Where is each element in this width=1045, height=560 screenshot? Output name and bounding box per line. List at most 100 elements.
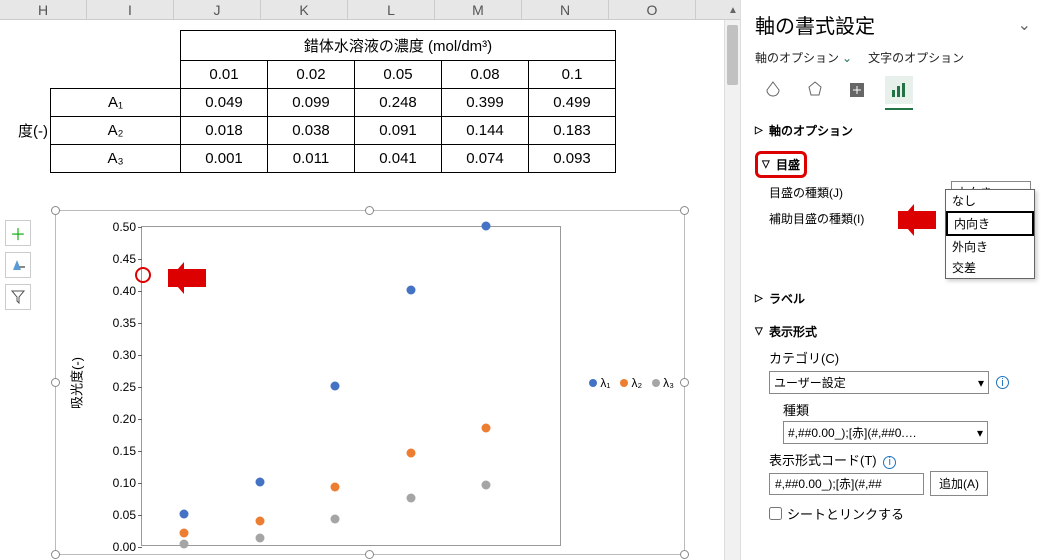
scatter-point[interactable] bbox=[406, 448, 415, 457]
table-cell: 0.018 bbox=[181, 117, 268, 145]
annotation-red-arrow-2 bbox=[898, 211, 936, 229]
table-cell: 0.499 bbox=[529, 89, 616, 117]
info-icon[interactable]: i bbox=[996, 376, 1009, 389]
annotation-red-arrow bbox=[168, 269, 206, 287]
column-headers: HIJKLMNO bbox=[0, 0, 740, 20]
legend-item[interactable]: λ₁ bbox=[589, 376, 610, 390]
table-cell: 0.041 bbox=[355, 145, 442, 173]
chart-y-axis-title[interactable]: 吸光度(-) bbox=[67, 357, 86, 409]
row-outer-label: 度(-) bbox=[10, 89, 51, 173]
table-col-header: 0.1 bbox=[529, 61, 616, 89]
panel-title: 軸の書式設定 bbox=[755, 10, 875, 39]
chart-add-element-button[interactable]: ＋ bbox=[5, 220, 31, 246]
link-to-sheet-label: シートとリンクする bbox=[787, 504, 904, 523]
minor-tick-type-label: 補助目盛の種類(I) bbox=[769, 210, 864, 227]
table-col-header: 0.05 bbox=[355, 61, 442, 89]
legend-item[interactable]: λ₃ bbox=[652, 376, 674, 390]
column-header[interactable]: L bbox=[348, 0, 435, 19]
scatter-point[interactable] bbox=[331, 382, 340, 391]
scatter-point[interactable] bbox=[331, 482, 340, 491]
format-code-input[interactable] bbox=[769, 473, 924, 495]
type-dropdown[interactable]: #,##0.00_);[赤](#,##0.…▾ bbox=[783, 421, 988, 444]
section-number-format[interactable]: ▽表示形式 bbox=[755, 319, 1031, 344]
axis-options-tab[interactable]: 軸のオプション ⌄ bbox=[755, 49, 852, 66]
column-header[interactable]: H bbox=[0, 0, 87, 19]
chart-object[interactable]: 吸光度(-) 0.00 0.05 0.10 0.15 0.20 0.25 0.30 0.35 0… bbox=[55, 210, 685, 555]
section-axis-options[interactable]: ▷軸のオプション bbox=[755, 118, 1031, 143]
legend-item[interactable]: λ₂ bbox=[620, 376, 642, 390]
scatter-point[interactable] bbox=[406, 493, 415, 502]
minor-tick-dropdown-list[interactable]: なし内向き外向き交差 bbox=[945, 189, 1035, 279]
table-cell: 0.399 bbox=[442, 89, 529, 117]
table-cell: 0.091 bbox=[355, 117, 442, 145]
column-header[interactable]: O bbox=[609, 0, 696, 19]
scatter-point[interactable] bbox=[180, 509, 189, 518]
info-icon[interactable]: i bbox=[883, 456, 896, 469]
y-tick-label: 0.25 bbox=[113, 380, 136, 394]
chart-legend[interactable]: λ₁ λ₂ λ₃ bbox=[589, 376, 674, 390]
y-tick-label: 0.10 bbox=[113, 476, 136, 490]
table-cell: 0.001 bbox=[181, 145, 268, 173]
dropdown-option[interactable]: なし bbox=[946, 190, 1034, 211]
link-to-sheet-checkbox[interactable] bbox=[769, 507, 782, 520]
format-axis-panel: 軸の書式設定 ⌄ 軸のオプション ⌄ 文字のオプション ▷軸のオプション ▽目盛… bbox=[740, 0, 1045, 560]
effects-icon[interactable] bbox=[801, 76, 829, 104]
annotation-red-circle bbox=[135, 267, 151, 283]
text-options-tab[interactable]: 文字のオプション bbox=[868, 49, 964, 66]
section-label[interactable]: ▷ラベル bbox=[755, 286, 1031, 311]
table-cell: 0.183 bbox=[529, 117, 616, 145]
table-cell: 0.144 bbox=[442, 117, 529, 145]
table-cell: 0.038 bbox=[268, 117, 355, 145]
table-row-label: A₁ bbox=[51, 89, 181, 117]
scatter-point[interactable] bbox=[482, 481, 491, 490]
table-cell: 0.093 bbox=[529, 145, 616, 173]
y-tick-label: 0.40 bbox=[113, 284, 136, 298]
scatter-point[interactable] bbox=[255, 516, 264, 525]
y-tick-label: 0.30 bbox=[113, 348, 136, 362]
fill-line-icon[interactable] bbox=[759, 76, 787, 104]
dropdown-option[interactable]: 内向き bbox=[946, 211, 1034, 236]
panel-collapse-icon[interactable]: ⌄ bbox=[1018, 15, 1031, 35]
category-dropdown[interactable]: ユーザー設定▾ bbox=[769, 371, 989, 394]
y-tick-label: 0.00 bbox=[113, 540, 136, 554]
scatter-point[interactable] bbox=[180, 529, 189, 538]
scatter-point[interactable] bbox=[406, 285, 415, 294]
chart-style-button[interactable] bbox=[5, 252, 31, 278]
type-label: 種類 bbox=[783, 400, 1031, 419]
table-cell: 0.049 bbox=[181, 89, 268, 117]
scatter-point[interactable] bbox=[331, 514, 340, 523]
column-header[interactable]: N bbox=[522, 0, 609, 19]
column-header[interactable]: J bbox=[174, 0, 261, 19]
section-tick-marks[interactable]: ▽目盛 bbox=[762, 156, 800, 173]
column-header[interactable]: K bbox=[261, 0, 348, 19]
scatter-point[interactable] bbox=[180, 540, 189, 549]
y-tick-label: 0.15 bbox=[113, 444, 136, 458]
category-label: カテゴリ(C) bbox=[769, 348, 1031, 367]
annotation-red-box: ▽目盛 bbox=[755, 151, 807, 178]
add-button[interactable]: 追加(A) bbox=[930, 471, 988, 496]
data-table: 錯体水溶液の濃度 (mol/dm³) 0.010.020.050.080.1 度… bbox=[10, 30, 616, 173]
chart-filter-button[interactable] bbox=[5, 284, 31, 310]
vertical-scrollbar[interactable]: ▲ bbox=[724, 20, 740, 560]
column-header[interactable]: I bbox=[87, 0, 174, 19]
size-properties-icon[interactable] bbox=[843, 76, 871, 104]
y-tick-label: 0.20 bbox=[113, 412, 136, 426]
y-tick-label: 0.50 bbox=[113, 220, 136, 234]
column-header[interactable]: M bbox=[435, 0, 522, 19]
major-tick-type-label: 目盛の種類(J) bbox=[769, 184, 843, 201]
table-row-label: A₂ bbox=[51, 117, 181, 145]
scatter-point[interactable] bbox=[255, 533, 264, 542]
table-col-header: 0.01 bbox=[181, 61, 268, 89]
scatter-point[interactable] bbox=[255, 477, 264, 486]
table-cell: 0.099 bbox=[268, 89, 355, 117]
dropdown-option[interactable]: 交差 bbox=[946, 257, 1034, 278]
scatter-point[interactable] bbox=[482, 221, 491, 230]
axis-options-icon[interactable] bbox=[885, 76, 913, 104]
format-code-label: 表示形式コード(T) bbox=[769, 453, 877, 468]
y-tick-label: 0.35 bbox=[113, 316, 136, 330]
dropdown-option[interactable]: 外向き bbox=[946, 236, 1034, 257]
y-tick-label: 0.05 bbox=[113, 508, 136, 522]
table-merged-header: 錯体水溶液の濃度 (mol/dm³) bbox=[181, 31, 616, 61]
scatter-point[interactable] bbox=[482, 423, 491, 432]
table-cell: 0.011 bbox=[268, 145, 355, 173]
